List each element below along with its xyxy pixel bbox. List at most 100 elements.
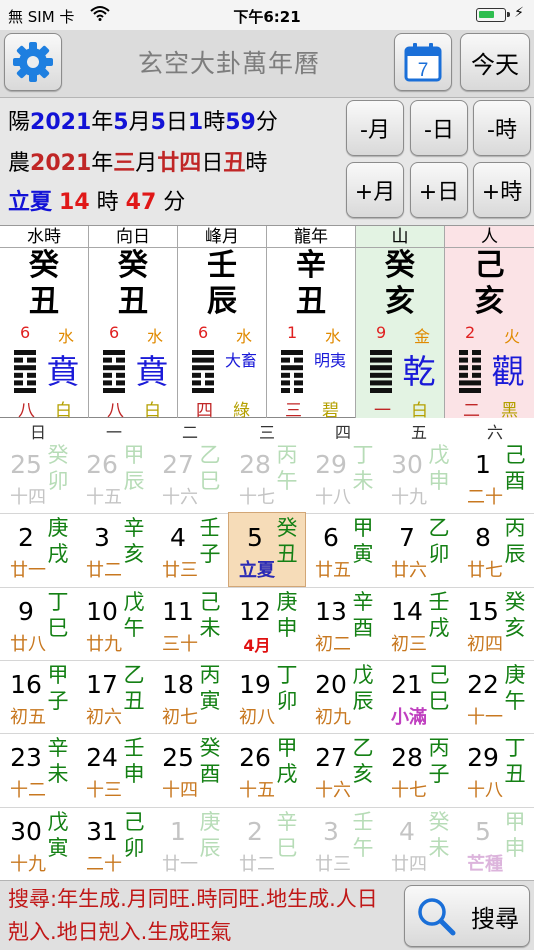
lunar-day: 初九 (315, 706, 351, 728)
day-cell[interactable]: 17 乙丑 初六 (76, 660, 152, 733)
pillar-column: 人己亥2火觀二黑 (445, 226, 534, 421)
lunar-day: 初四 (467, 633, 503, 655)
day-cell[interactable]: 1 庚辰 廿一 (152, 807, 228, 880)
day-cell[interactable]: 18 丙寅 初七 (152, 660, 228, 733)
day-cell[interactable]: 1 己酉 二十 (457, 440, 533, 513)
day-cell[interactable]: 23 辛未 十二 (0, 733, 76, 806)
day-cell[interactable]: 25 癸卯 十四 (0, 440, 76, 513)
day-number: 9 (18, 596, 34, 626)
day-cell[interactable]: 21 己巳 小滿 (381, 660, 457, 733)
hexagram-icon (192, 348, 214, 396)
pillar-star: 三碧 (267, 396, 355, 421)
day-cell[interactable]: 16 甲子 初五 (0, 660, 76, 733)
day-cell[interactable]: 4 癸未 廿四 (381, 807, 457, 880)
pillar-stem: 癸 (385, 248, 415, 283)
day-cell[interactable]: 22 庚午 十一 (457, 660, 533, 733)
day-number: 5 (475, 816, 491, 846)
pillar-gua-number: 1 (287, 323, 298, 342)
pillar-gua-number: 6 (198, 323, 209, 342)
lunar-day: 廿七 (467, 560, 503, 582)
day-cell[interactable]: 13 辛酉 初二 (305, 587, 381, 660)
day-cell[interactable]: 4 壬子 廿三 (152, 513, 228, 586)
day-cell[interactable]: 2 辛巳 廿二 (229, 807, 305, 880)
day-cell[interactable]: 29 丁未 十八 (305, 440, 381, 513)
search-criteria-text: 搜尋:年生成.月同旺.時同旺.地生成.人日剋入.地日剋入.生成旺氣 (8, 887, 378, 944)
day-cell[interactable]: 7 乙卯 廿六 (381, 513, 457, 586)
day-cell[interactable]: 9 丁巳 廿八 (0, 587, 76, 660)
day-cell[interactable]: 28 丙午 十七 (229, 440, 305, 513)
lunar-day: 初七 (162, 706, 198, 728)
day-cell[interactable]: 5 癸丑 立夏 (228, 512, 306, 588)
lunar-day: 廿一 (162, 853, 198, 875)
minus-hour-button[interactable]: -時 (473, 100, 531, 156)
day-cell[interactable]: 28 丙子 十七 (381, 733, 457, 806)
lunar-day: 廿六 (391, 560, 427, 582)
calendar-button[interactable]: 7 (394, 33, 452, 91)
lunar-day: 廿八 (10, 633, 46, 655)
lunar-day: 十二 (10, 780, 46, 802)
lunar-day: 十一 (467, 706, 503, 728)
day-cell[interactable]: 27 乙亥 十六 (305, 733, 381, 806)
day-number: 12 (239, 596, 271, 626)
day-cell[interactable]: 10 戊午 廿九 (76, 587, 152, 660)
pillar-header: 向日 (89, 226, 177, 248)
day-cell[interactable]: 24 壬申 十三 (76, 733, 152, 806)
day-cell[interactable]: 20 戊辰 初九 (305, 660, 381, 733)
today-button[interactable]: 今天 (460, 33, 530, 91)
day-cell[interactable]: 19 丁卯 初八 (229, 660, 305, 733)
pillar-column: 峰月壬辰 6 水大畜四綠 (178, 226, 267, 421)
day-cell[interactable]: 11 己未 三十 (152, 587, 228, 660)
day-number: 14 (391, 596, 423, 626)
pillar-numbers: 1水 (267, 322, 355, 346)
plus-month-button[interactable]: +月 (346, 162, 404, 218)
day-cell[interactable]: 29 丁丑 十八 (457, 733, 533, 806)
lunar-day: 廿五 (315, 560, 351, 582)
day-cell[interactable]: 27 乙巳 十六 (152, 440, 228, 513)
day-number: 1 (170, 816, 186, 846)
day-cell[interactable]: 12 庚申 4月 (229, 587, 305, 660)
hexagram-name: 明夷 (313, 351, 346, 370)
day-cell[interactable]: 31 己卯 二十 (76, 807, 152, 880)
day-cell[interactable]: 8 丙辰 廿七 (457, 513, 533, 586)
day-cell[interactable]: 25 癸酉 十四 (152, 733, 228, 806)
pillar-element: 水 (324, 327, 341, 346)
pillar-gua-number: 6 (109, 323, 120, 342)
day-cell[interactable]: 30 戊寅 十九 (0, 807, 76, 880)
day-cell[interactable]: 15 癸亥 初四 (457, 587, 533, 660)
day-number: 27 (315, 743, 347, 773)
toolbar: 玄空大卦萬年曆 7 今天 (0, 30, 534, 98)
day-cell[interactable]: 14 壬戌 初三 (381, 587, 457, 660)
day-cell[interactable]: 3 辛亥 廿二 (76, 513, 152, 586)
plus-day-button[interactable]: +日 (410, 162, 468, 218)
day-cell[interactable]: 2 庚戌 廿一 (0, 513, 76, 586)
lunar-day: 小滿 (391, 706, 427, 728)
day-number: 22 (467, 669, 499, 699)
day-number: 6 (323, 523, 339, 553)
lunar-day: 二十 (467, 487, 503, 508)
pillar-header: 山 (356, 226, 444, 248)
minus-month-button[interactable]: -月 (346, 100, 404, 156)
day-cell[interactable]: 3 壬午 廿三 (305, 807, 381, 880)
magnifier-icon (418, 898, 456, 936)
lunar-day: 三十 (162, 633, 198, 655)
minus-day-button[interactable]: -日 (410, 100, 468, 156)
day-cell[interactable]: 5 甲申 芒種 (457, 807, 533, 880)
day-number: 2 (247, 816, 263, 846)
solar-term-line: 立夏 14 時 47 分 (8, 190, 186, 215)
day-cell[interactable]: 26 甲戌 十五 (229, 733, 305, 806)
pillar-column: 向日癸丑 6 水賁八白 (89, 226, 178, 421)
day-number: 4 (399, 816, 415, 846)
pillar-stem: 癸 (29, 248, 59, 283)
lunar-date-line: 農2021年三月廿四日丑時 (8, 151, 268, 176)
search-button[interactable]: 搜尋 (404, 885, 530, 947)
day-number: 2 (18, 523, 34, 553)
day-cell[interactable]: 26 甲辰 十五 (76, 440, 152, 513)
day-cell[interactable]: 30 戊申 十九 (381, 440, 457, 513)
day-cell[interactable]: 6 甲寅 廿五 (305, 513, 381, 586)
pillar-column: 龍年辛丑 1 水明夷三碧 (267, 226, 356, 421)
settings-button[interactable] (4, 33, 62, 91)
pillar-branch: 丑 (118, 284, 148, 319)
plus-hour-button[interactable]: +時 (473, 162, 531, 218)
lunar-day: 十六 (162, 487, 198, 508)
day-number: 29 (467, 743, 499, 773)
